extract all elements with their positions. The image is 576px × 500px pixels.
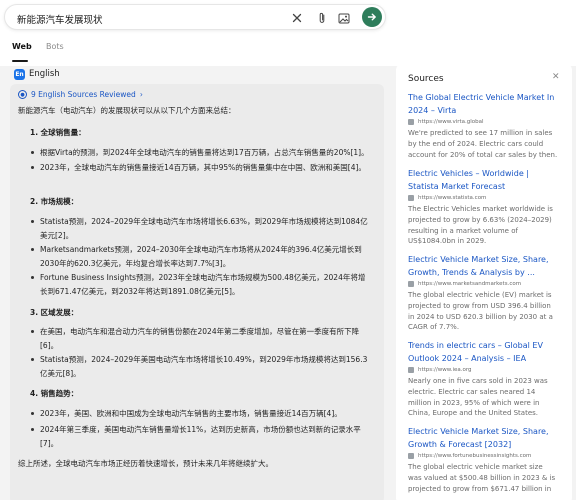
active-tab-indicator xyxy=(12,60,28,62)
source-url: https://www.virta.global xyxy=(408,119,558,125)
source-card[interactable]: Electric Vehicles – Worldwide | Statista… xyxy=(408,168,558,247)
sources-panel: Sources ✕ The Global Electric Vehicle Ma… xyxy=(396,64,572,500)
sources-reviewed-link[interactable]: ● 9 English Sources Reviewed › xyxy=(18,90,143,99)
list-item: 根据Virta的预测，到2024年全球电动汽车的销售量将达到17百万辆，占总汽车… xyxy=(31,146,370,160)
chevron-right-icon: › xyxy=(139,90,143,99)
list-item: 2024年第三季度，美国电动汽车销售量增长11%，达到历史新高，市场份额也达到新… xyxy=(31,423,370,450)
list-item: Statista预测，2024–2029年美国电动汽车市场将增长10.49%，到… xyxy=(31,353,370,380)
answer-intro: 新能源汽车（电动汽车）的发展现状可以从以下几个方面来总结： xyxy=(18,106,236,115)
tab-bar: Web Bots xyxy=(0,38,576,66)
sources-panel-title: Sources xyxy=(408,74,444,84)
source-title-link[interactable]: Electric Vehicle Market Size, Share, Gro… xyxy=(408,426,558,451)
list-item: Fortune Business Insights预测，2023年全球电动汽车市… xyxy=(31,271,370,298)
list-item: Marketsandmarkets预测，2024–2030年全球电动汽车市场将从… xyxy=(31,243,370,270)
attach-icon[interactable] xyxy=(314,10,330,26)
source-url: https://www.statista.com xyxy=(408,195,558,201)
source-snippet: Nearly one in five cars sold in 2023 was… xyxy=(408,377,548,418)
language-badge-icon: En xyxy=(14,68,25,80)
source-title-link[interactable]: Electric Vehicles – Worldwide | Statista… xyxy=(408,168,558,193)
favicon-icon xyxy=(408,367,414,373)
source-title-link[interactable]: Trends in electric cars – Global EV Outl… xyxy=(408,340,558,365)
source-snippet: The global electric vehicle (EV) market … xyxy=(408,291,553,332)
submit-arrow-icon xyxy=(367,13,376,21)
list-item: Statista预测，2024–2029年全球电动汽车市场将增长6.63%，到2… xyxy=(31,215,370,242)
section-title: 1. 全球销售量： xyxy=(30,128,86,137)
source-snippet: The Electric Vehicles market worldwide i… xyxy=(408,205,553,246)
source-card[interactable]: Electric Vehicle Market Size, Share, Gro… xyxy=(408,254,558,333)
search-input[interactable]: 新能源汽车发展现状 xyxy=(17,12,103,26)
top-bar: 新能源汽车发展现状 Web Bots xyxy=(0,0,576,66)
favicon-icon xyxy=(408,119,414,125)
list-item: 2023年，全球电动汽车的销售量接近14百万辆，其中95%的销售量集中在中国、欧… xyxy=(31,161,370,175)
source-card[interactable]: Trends in electric cars – Global EV Outl… xyxy=(408,340,558,419)
list-item: 2023年，美国、欧洲和中国成为全球电动汽车销售的主要市场，销售量接近14百万辆… xyxy=(31,407,370,421)
answer-panel: ● 9 English Sources Reviewed › 新能源汽车（电动汽… xyxy=(10,84,384,500)
close-icon[interactable]: ✕ xyxy=(552,72,560,82)
search-box[interactable]: 新能源汽车发展现状 xyxy=(4,4,386,30)
source-url: https://www.iea.org xyxy=(408,367,558,373)
source-title-link[interactable]: Electric Vehicle Market Size, Share, Gro… xyxy=(408,254,558,279)
favicon-icon xyxy=(408,453,414,459)
favicon-icon xyxy=(408,195,414,201)
language-label: English xyxy=(29,69,60,79)
section-title: 4. 销售趋势： xyxy=(30,389,79,398)
source-card[interactable]: Electric Vehicle Market Size, Share, Gro… xyxy=(408,426,558,494)
sources-reviewed-label: 9 English Sources Reviewed xyxy=(31,90,136,99)
source-card[interactable]: The Global Electric Vehicle Market In 20… xyxy=(408,92,558,160)
language-row: En English xyxy=(14,67,60,81)
list-item: 在美国，电动汽车和混合动力汽车的销售份额在2024年第二季度增加，尽管在第一季度… xyxy=(31,325,370,352)
tab-web[interactable]: Web xyxy=(12,42,32,51)
sources-icon: ● xyxy=(18,90,27,99)
close-icon[interactable] xyxy=(289,10,305,26)
tab-bots[interactable]: Bots xyxy=(46,42,64,51)
image-icon[interactable] xyxy=(336,10,352,26)
source-snippet: We're predicted to see 17 million in sal… xyxy=(408,129,558,159)
source-title-link[interactable]: The Global Electric Vehicle Market In 20… xyxy=(408,92,558,117)
source-url: https://www.marketsandmarkets.com xyxy=(408,281,558,287)
section-title: 2. 市场规模： xyxy=(30,197,79,206)
source-url: https://www.fortunebusinessinsights.com xyxy=(408,453,558,459)
source-snippet: The global electric vehicle market size … xyxy=(408,463,556,493)
favicon-icon xyxy=(408,281,414,287)
submit-button[interactable] xyxy=(362,7,382,27)
section-title: 3. 区域发展： xyxy=(30,308,79,317)
answer-conclusion: 综上所述，全球电动汽车市场正经历着快速增长，预计未来几年将继续扩大。 xyxy=(18,459,273,468)
